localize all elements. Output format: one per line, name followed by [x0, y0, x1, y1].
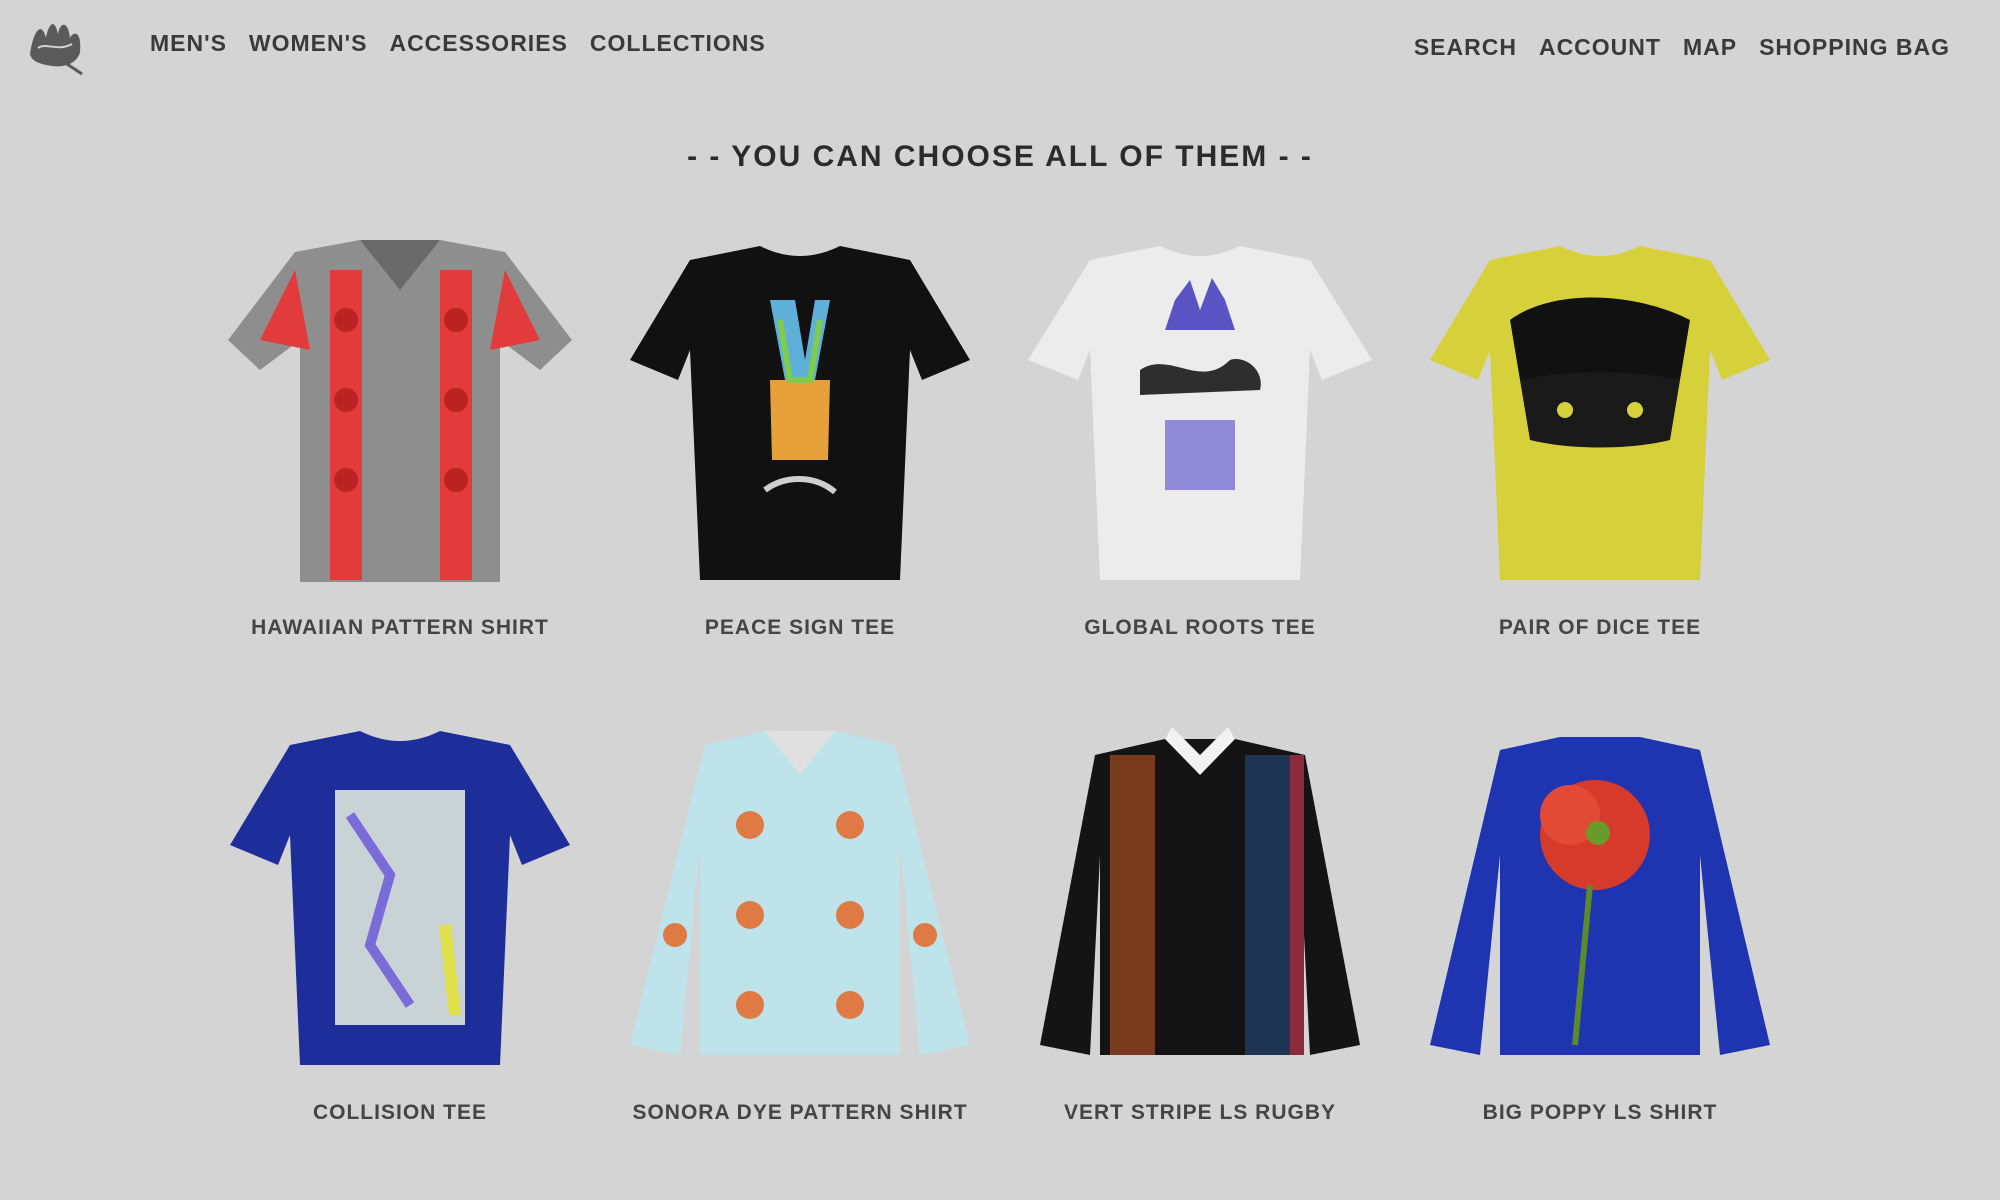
product-name[interactable]: COLLISION TEE — [200, 1101, 600, 1125]
poppy-shirt-icon — [1400, 715, 1800, 1095]
product-card-hawaiian-pattern-shirt[interactable]: HAWAIIAN PATTERN SHIRT — [200, 230, 600, 715]
collision-tee-icon — [200, 715, 600, 1095]
page-headline: - - YOU CAN CHOOSE ALL OF THEM - - — [687, 140, 1313, 173]
nav-mens[interactable]: MEN'S — [150, 30, 227, 57]
hawaiian-shirt-icon — [200, 230, 600, 610]
rugby-shirt-icon — [1000, 715, 1400, 1095]
product-card-global-roots-tee[interactable]: GLOBAL ROOTS TEE — [1000, 230, 1400, 715]
product-name[interactable]: GLOBAL ROOTS TEE — [1000, 616, 1400, 640]
global-roots-tee-icon — [1000, 230, 1400, 610]
nav-accessories[interactable]: ACCESSORIES — [389, 30, 567, 57]
nav-shopping-bag[interactable]: SHOPPING BAG — [1759, 34, 1950, 61]
peace-sign-tee-icon — [600, 230, 1000, 610]
nav-map[interactable]: MAP — [1683, 34, 1737, 61]
product-name[interactable]: HAWAIIAN PATTERN SHIRT — [200, 616, 600, 640]
product-name[interactable]: PAIR OF DICE TEE — [1400, 616, 1800, 640]
nav-womens[interactable]: WOMEN'S — [249, 30, 368, 57]
product-card-big-poppy-ls-shirt[interactable]: BIG POPPY LS SHIRT — [1400, 715, 1800, 1200]
product-name[interactable]: SONORA DYE PATTERN SHIRT — [600, 1101, 1000, 1125]
product-card-peace-sign-tee[interactable]: PEACE SIGN TEE — [600, 230, 1000, 715]
nav-search[interactable]: SEARCH — [1414, 34, 1517, 61]
product-card-vert-stripe-ls-rugby[interactable]: VERT STRIPE LS RUGBY — [1000, 715, 1400, 1200]
product-card-collision-tee[interactable]: COLLISION TEE — [200, 715, 600, 1200]
dice-tee-icon — [1400, 230, 1800, 610]
nav-collections[interactable]: COLLECTIONS — [590, 30, 766, 57]
product-card-pair-of-dice-tee[interactable]: PAIR OF DICE TEE — [1400, 230, 1800, 715]
nav-account[interactable]: ACCOUNT — [1539, 34, 1661, 61]
primary-nav: MEN'S WOMEN'S ACCESSORIES COLLECTIONS — [150, 30, 766, 57]
site-header: MEN'S WOMEN'S ACCESSORIES COLLECTIONS SE… — [0, 0, 2000, 100]
product-name[interactable]: BIG POPPY LS SHIRT — [1400, 1101, 1800, 1125]
utility-nav: SEARCH ACCOUNT MAP SHOPPING BAG — [1414, 34, 1950, 61]
product-name[interactable]: VERT STRIPE LS RUGBY — [1000, 1101, 1400, 1125]
product-grid: HAWAIIAN PATTERN SHIRT PEACE SIGN TEE GL… — [200, 230, 1800, 1130]
product-card-sonora-dye-pattern-shirt[interactable]: SONORA DYE PATTERN SHIRT — [600, 715, 1000, 1200]
product-name[interactable]: PEACE SIGN TEE — [600, 616, 1000, 640]
brand-logo[interactable] — [20, 8, 92, 78]
sonora-shirt-icon — [600, 715, 1000, 1095]
